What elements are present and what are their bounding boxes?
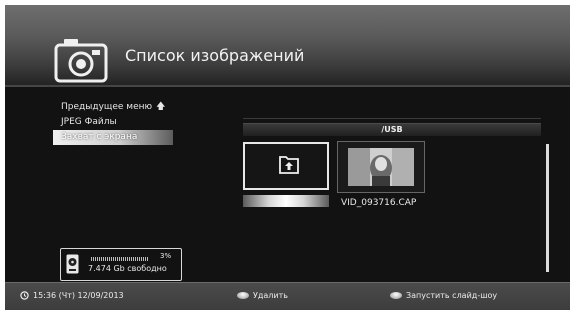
clock-icon [20, 291, 29, 300]
storage-free: 7.474 Gb свободно [88, 264, 167, 273]
image-thumbnail [348, 148, 414, 186]
storage-usage-percent: 3% [160, 252, 172, 260]
header-divider [5, 85, 570, 87]
menu-item-jpeg[interactable]: JPEG Файлы [53, 115, 173, 130]
menu-item-previous[interactable]: Предыдущее меню 🡅 [53, 100, 173, 115]
slideshow-hint[interactable]: Запустить слайд-шоу [390, 291, 497, 300]
remote-button-icon [390, 292, 402, 299]
folder-up-icon [279, 156, 299, 174]
storage-info: 3% 7.474 Gb свободно [60, 248, 182, 281]
menu-item-label: JPEG Файлы [61, 117, 117, 127]
datetime: 15:36 (Чт) 12/09/2013 [20, 291, 124, 300]
menu-item-label: Предыдущее меню [61, 102, 153, 112]
selection-highlight [243, 195, 329, 207]
path-divider [243, 118, 541, 119]
remote-button-icon [237, 292, 249, 299]
path-bar: /USB [243, 123, 541, 136]
image-filename: VID_093716.CAP [341, 198, 417, 208]
footer-bar: 15:36 (Чт) 12/09/2013 Удалить Запустить … [5, 282, 570, 310]
camera-icon [54, 39, 108, 83]
menu-item-label: Захват с экрана [61, 132, 138, 142]
side-menu: Предыдущее меню 🡅 JPEG Файлы Захват с экр… [53, 100, 173, 145]
delete-hint[interactable]: Удалить [237, 291, 288, 300]
menu-item-screen-capture[interactable]: Захват с экрана [53, 130, 173, 145]
slideshow-label: Запустить слайд-шоу [406, 291, 498, 300]
page-title: Список изображений [125, 46, 305, 65]
up-arrow-icon: 🡅 [156, 102, 166, 112]
image-tile[interactable] [337, 141, 425, 193]
header: Список изображений [5, 5, 570, 85]
tv-screen: Список изображений Предыдущее меню 🡅 JPEG… [5, 5, 570, 310]
datetime-text: 15:36 (Чт) 12/09/2013 [33, 291, 124, 300]
scrollbar[interactable] [546, 144, 549, 272]
folder-up-tile[interactable] [243, 142, 329, 190]
hard-disk-icon [66, 254, 79, 274]
delete-label: Удалить [253, 291, 288, 300]
storage-usage-bar [91, 257, 149, 261]
